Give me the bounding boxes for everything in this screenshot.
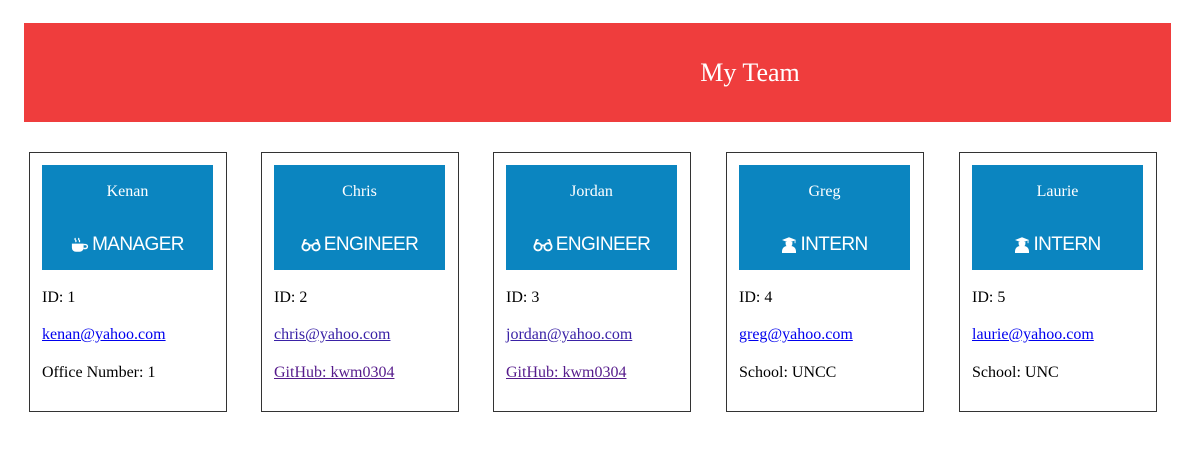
- user-graduate-icon: [1014, 237, 1030, 253]
- email-link[interactable]: laurie@yahoo.com: [972, 326, 1094, 343]
- role-label: INTERN: [1033, 234, 1101, 255]
- employee-card-engineer: Chris ENGINEER ID: 2 chris@yahoo.com Git…: [261, 152, 459, 412]
- email-link[interactable]: jordan@yahoo.com: [506, 326, 632, 343]
- role-label: ENGINEER: [323, 234, 419, 255]
- employee-id: ID: 4: [739, 289, 773, 306]
- employee-id: ID: 2: [274, 289, 308, 306]
- employee-card-engineer: Jordan ENGINEER ID: 3 jordan@yahoo.com G…: [493, 152, 691, 412]
- office-number: Office Number: 1: [42, 364, 156, 381]
- employee-role: MANAGER: [42, 233, 213, 257]
- github-link[interactable]: GitHub: kwm0304: [274, 364, 394, 381]
- employee-name: Chris: [342, 183, 377, 200]
- employee-card-intern: Greg INTERN ID: 4 greg@yahoo.com School:…: [726, 152, 924, 412]
- email-link[interactable]: greg@yahoo.com: [739, 326, 853, 343]
- employee-role: ENGINEER: [506, 233, 677, 257]
- employee-role: INTERN: [739, 233, 910, 257]
- user-graduate-icon: [781, 237, 797, 253]
- card-header: Laurie INTERN: [972, 165, 1143, 270]
- employee-name: Kenan: [106, 183, 149, 200]
- coffee-icon: [71, 237, 89, 253]
- card-header: Chris ENGINEER: [274, 165, 445, 270]
- email-link[interactable]: kenan@yahoo.com: [42, 326, 166, 343]
- email-row: greg@yahoo.com: [739, 325, 853, 345]
- card-header: Greg INTERN: [739, 165, 910, 270]
- employee-role: INTERN: [972, 233, 1143, 257]
- employee-role: ENGINEER: [274, 233, 445, 257]
- github-row: GitHub: kwm0304: [274, 363, 394, 383]
- glasses-icon: [533, 238, 553, 252]
- employee-id: ID: 3: [506, 289, 540, 306]
- role-label: ENGINEER: [555, 234, 651, 255]
- card-header: Kenan MANAGER: [42, 165, 213, 270]
- page-title: My Team: [700, 58, 800, 87]
- email-row: kenan@yahoo.com: [42, 325, 166, 345]
- employee-name: Greg: [808, 183, 841, 200]
- email-link[interactable]: chris@yahoo.com: [274, 326, 390, 343]
- employee-id: ID: 5: [972, 289, 1006, 306]
- employee-name: Jordan: [570, 183, 613, 200]
- email-row: laurie@yahoo.com: [972, 325, 1094, 345]
- employee-card-intern: Laurie INTERN ID: 5 laurie@yahoo.com Sch…: [959, 152, 1157, 412]
- employee-name: Laurie: [1036, 183, 1079, 200]
- email-row: jordan@yahoo.com: [506, 325, 632, 345]
- school: School: UNCC: [739, 364, 837, 381]
- employee-id: ID: 1: [42, 289, 76, 306]
- github-row: GitHub: kwm0304: [506, 363, 626, 383]
- role-label: MANAGER: [92, 234, 184, 255]
- role-label: INTERN: [800, 234, 868, 255]
- github-link[interactable]: GitHub: kwm0304: [506, 364, 626, 381]
- card-header: Jordan ENGINEER: [506, 165, 677, 270]
- team-header: My Team: [24, 23, 1171, 122]
- email-row: chris@yahoo.com: [274, 325, 390, 345]
- glasses-icon: [301, 238, 321, 252]
- employee-card-manager: Kenan MANAGER ID: 1 kenan@yahoo.com Offi…: [29, 152, 227, 412]
- school: School: UNC: [972, 364, 1059, 381]
